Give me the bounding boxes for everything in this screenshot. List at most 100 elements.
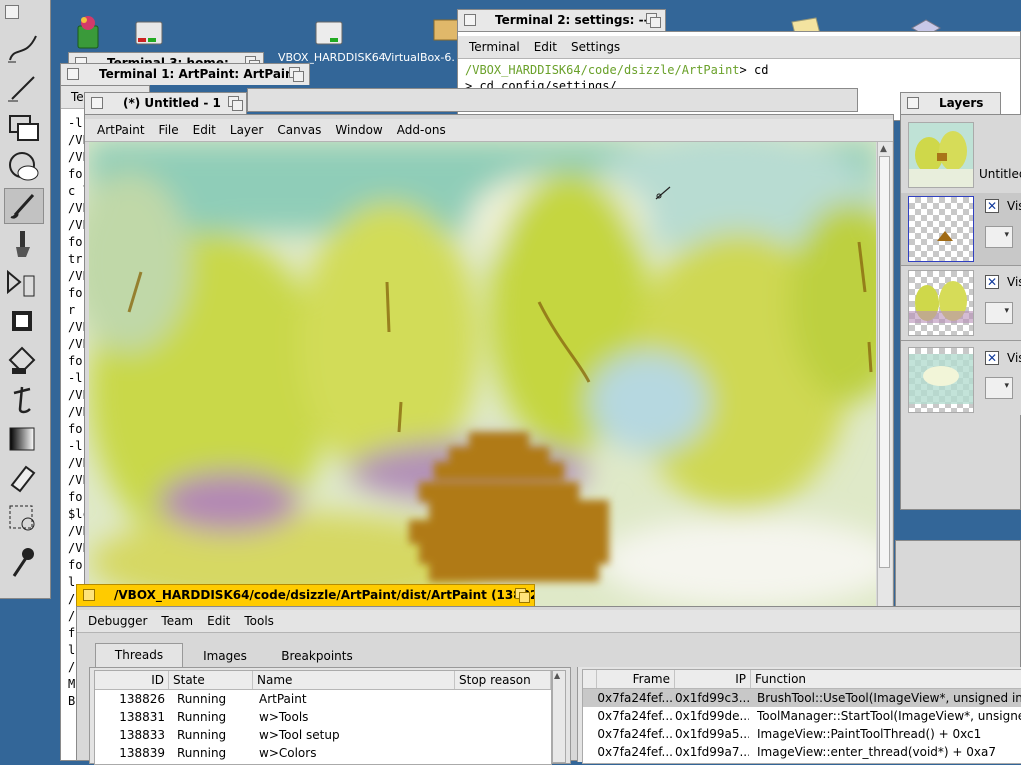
painting-canvas[interactable] bbox=[89, 142, 876, 612]
zoom-button[interactable] bbox=[515, 588, 530, 603]
stack-ip: 0x1fd99a7... bbox=[675, 745, 749, 759]
col-state[interactable]: State bbox=[169, 671, 253, 689]
terminal1-tab[interactable]: Terminal 1: ArtPaint: ArtPaint bbox=[60, 63, 310, 85]
layer-visible-checkbox[interactable]: ✕ bbox=[985, 199, 999, 213]
harddisk-icon bbox=[315, 21, 343, 45]
scroll-thumb[interactable] bbox=[879, 156, 890, 568]
col-id[interactable]: ID bbox=[95, 671, 169, 689]
menu-team[interactable]: Team bbox=[154, 610, 200, 632]
stack-frame-row[interactable]: 0x7fa24fef... 0x1fd99a5... ImageView::Pain… bbox=[583, 725, 1021, 743]
menu-layer[interactable]: Layer bbox=[223, 119, 270, 141]
layer-mode-dropdown[interactable] bbox=[985, 226, 1013, 248]
tool-transparency[interactable] bbox=[4, 422, 44, 458]
menu-settings[interactable]: Settings bbox=[564, 36, 627, 58]
layers-tab[interactable]: Layers bbox=[900, 92, 1001, 114]
threads-panel: ID State Name Stop reason 138826 Running A… bbox=[89, 667, 571, 765]
thread-reason bbox=[461, 690, 551, 708]
close-button[interactable] bbox=[464, 14, 476, 26]
zoom-button[interactable] bbox=[289, 67, 304, 82]
menu-edit[interactable]: Edit bbox=[200, 610, 237, 632]
close-button[interactable] bbox=[91, 97, 103, 109]
layer-row-1[interactable]: ✕ Vis bbox=[901, 193, 1021, 265]
col-function[interactable]: Function bbox=[751, 670, 1021, 688]
layer-visible-checkbox[interactable]: ✕ bbox=[985, 351, 999, 365]
tab-images[interactable]: Images bbox=[185, 645, 265, 667]
artpaint-tab[interactable]: (*) Untitled - 1 bbox=[84, 92, 247, 114]
canvas-vertical-scrollbar[interactable]: ▲ bbox=[877, 142, 892, 612]
thread-row[interactable]: 138839 Running w>Colors bbox=[95, 744, 551, 762]
menu-canvas[interactable]: Canvas bbox=[270, 119, 328, 141]
stack-frame-row[interactable]: 0x7fa24fef... 0x1fd99de... ToolManager::St… bbox=[583, 707, 1021, 725]
scroll-up-arrow-icon[interactable]: ▲ bbox=[880, 144, 887, 154]
close-button[interactable] bbox=[67, 68, 79, 80]
zoom-button[interactable] bbox=[228, 96, 243, 111]
menu-debugger[interactable]: Debugger bbox=[81, 610, 154, 632]
stack-header: Frame IP Function bbox=[583, 670, 1021, 689]
tool-ellipse[interactable] bbox=[4, 149, 44, 185]
desktop-icon-trash[interactable] bbox=[70, 14, 106, 50]
stack-frame-row[interactable]: 0x7fa24fef... 0x1fd99a7... ImageView::ente… bbox=[583, 743, 1021, 761]
thread-name: w>Colors bbox=[259, 746, 317, 760]
thread-row[interactable]: 138826 Running ArtPaint bbox=[95, 690, 551, 708]
tool-brush[interactable] bbox=[4, 188, 44, 224]
tab-threads[interactable]: Threads bbox=[95, 643, 183, 668]
close-button[interactable] bbox=[5, 5, 19, 19]
tool-fill[interactable] bbox=[4, 344, 44, 380]
layer-visible-checkbox[interactable]: ✕ bbox=[985, 275, 999, 289]
tab-breakpoints[interactable]: Breakpoints bbox=[267, 645, 367, 667]
terminal2-prompt-line: /VBOX_HARDDISK64/code/dsizzle/ArtPaint> … bbox=[465, 63, 768, 77]
tool-airbrush[interactable] bbox=[4, 266, 44, 302]
col-ip[interactable]: IP bbox=[675, 670, 751, 688]
col-frame[interactable]: Frame bbox=[597, 670, 675, 688]
menu-window[interactable]: Window bbox=[328, 119, 389, 141]
layer-thumbnail[interactable] bbox=[908, 270, 974, 336]
airbrush-tool-icon bbox=[7, 269, 35, 297]
tool-selector[interactable] bbox=[4, 500, 44, 536]
tool-text[interactable] bbox=[4, 383, 44, 419]
thread-row[interactable]: 138833 Running w>Tool setup bbox=[95, 726, 551, 744]
menu-file[interactable]: File bbox=[152, 119, 186, 141]
layer-thumbnail[interactable] bbox=[908, 347, 974, 413]
tool-freehand[interactable] bbox=[4, 32, 44, 68]
col-name[interactable]: Name bbox=[253, 671, 455, 689]
close-button[interactable] bbox=[907, 97, 919, 109]
zoom-button[interactable] bbox=[646, 13, 661, 28]
stack-table: Frame IP Function 0x7fa24fef... 0x1fd99c3… bbox=[582, 669, 1021, 764]
scroll-up-arrow-icon[interactable]: ▲ bbox=[554, 671, 560, 680]
stack-fn: ToolManager::StartTool(ImageView*, unsig… bbox=[757, 709, 1021, 723]
tool-rectangle[interactable] bbox=[4, 110, 44, 146]
stack-frame-row[interactable]: 0x7fa24fef... 0x1fd99c3... BrushTool::UseT… bbox=[583, 689, 1021, 707]
thread-row[interactable]: 138831 Running w>Tools bbox=[95, 708, 551, 726]
thread-reason bbox=[461, 726, 551, 744]
menu-artpaint[interactable]: ArtPaint bbox=[90, 119, 152, 141]
thread-state: Running bbox=[177, 746, 227, 760]
desktop-icon-vbox-disk[interactable] bbox=[310, 14, 346, 50]
layer-thumbnail[interactable] bbox=[908, 196, 974, 262]
terminal2-tab[interactable]: Terminal 2: settings: -- bbox=[457, 9, 666, 31]
debugger-tab[interactable]: /VBOX_HARDDISK64/code/dsizzle/ArtPaint/d… bbox=[76, 584, 535, 606]
menu-addons[interactable]: Add-ons bbox=[390, 119, 453, 141]
tool-color-picker[interactable] bbox=[4, 546, 44, 582]
threads-table: ID State Name Stop reason 138826 Running A… bbox=[94, 670, 552, 765]
close-button[interactable] bbox=[83, 589, 95, 601]
tool-eraser[interactable] bbox=[4, 461, 44, 497]
desktop-icon-disk1[interactable] bbox=[130, 14, 166, 50]
col-stop-reason[interactable]: Stop reason bbox=[455, 671, 551, 689]
layer-row-2[interactable]: ✕ Vis bbox=[901, 265, 1021, 340]
menu-tools[interactable]: Tools bbox=[237, 610, 281, 632]
layer-preview-row: Untitled bbox=[901, 115, 1021, 194]
layer-mode-dropdown[interactable] bbox=[985, 302, 1013, 324]
terminal1-menu-stub[interactable]: Te bbox=[71, 90, 84, 104]
menu-edit[interactable]: Edit bbox=[186, 119, 223, 141]
threads-scrollbar[interactable]: ▲ bbox=[552, 670, 566, 763]
tool-blur[interactable] bbox=[4, 305, 44, 341]
tool-line[interactable] bbox=[4, 71, 44, 107]
menu-terminal[interactable]: Terminal bbox=[462, 36, 527, 58]
stack-fn: BrushTool::UseTool(ImageView*, unsigned … bbox=[757, 691, 1021, 705]
menu-edit[interactable]: Edit bbox=[527, 36, 564, 58]
thread-id: 138831 bbox=[119, 710, 165, 724]
layer-row-3[interactable]: ✕ Vis bbox=[901, 340, 1021, 415]
layer-mode-dropdown[interactable] bbox=[985, 377, 1013, 399]
desktop-icon-vbox[interactable] bbox=[432, 14, 460, 44]
tool-hairy-brush[interactable] bbox=[4, 227, 44, 263]
